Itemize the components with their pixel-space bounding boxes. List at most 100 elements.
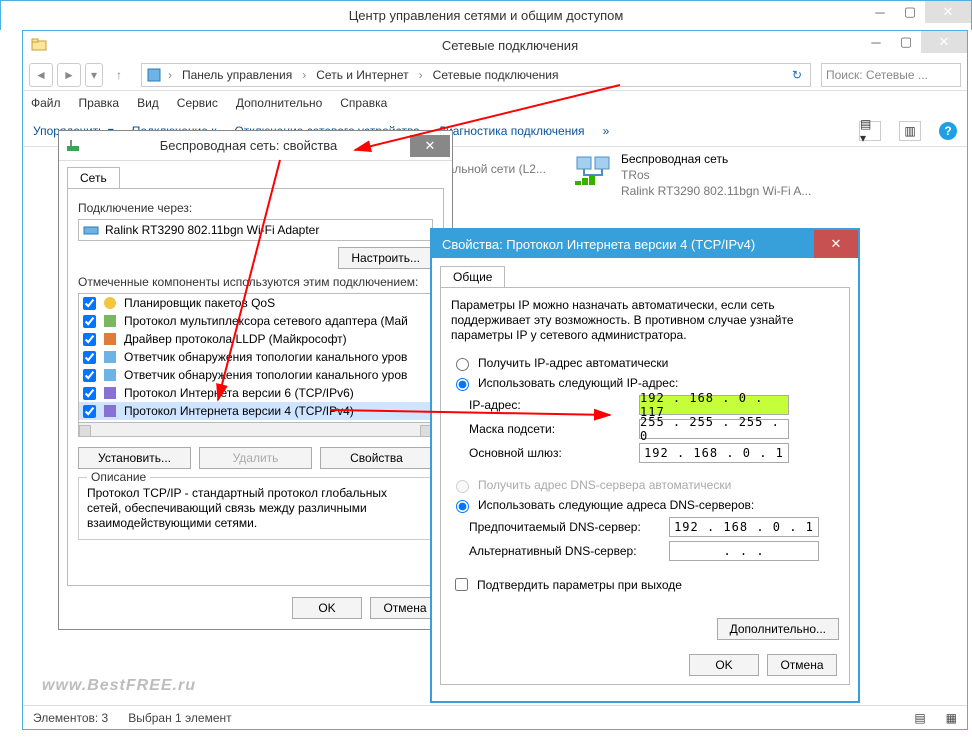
horizontal-scrollbar[interactable]	[78, 423, 433, 437]
minimize-button[interactable]: ─	[861, 31, 891, 53]
status-selected: Выбран 1 элемент	[128, 711, 231, 725]
dns2-label: Альтернативный DNS-сервер:	[469, 544, 669, 558]
close-button[interactable]: ✕	[921, 31, 967, 53]
window-controls: ─ ▢ ✕	[865, 1, 971, 23]
breadcrumb[interactable]: › Панель управления › Сеть и Интернет › …	[141, 63, 811, 87]
dialog-title: Свойства: Протокол Интернета версии 4 (T…	[442, 237, 814, 252]
menu-advanced[interactable]: Дополнительно	[236, 96, 322, 110]
description-text: Протокол TCP/IP - стандартный протокол г…	[87, 486, 424, 531]
forward-button[interactable]: ►	[57, 63, 81, 87]
view-options-button[interactable]: ▤ ▾	[859, 121, 881, 141]
minimize-button[interactable]: ─	[865, 1, 895, 23]
connect-using-label: Подключение через:	[78, 201, 433, 215]
network-adapter-icon	[573, 151, 613, 191]
search-input[interactable]: Поиск: Сетевые ...	[821, 63, 961, 87]
tab-network[interactable]: Сеть	[67, 167, 120, 188]
nic-icon	[83, 222, 99, 238]
description-group: Описание Протокол TCP/IP - стандартный п…	[78, 477, 433, 540]
navigation-bar: ◄ ► ▾ ↑ › Панель управления › Сеть и Инт…	[23, 59, 967, 91]
help-icon[interactable]: ?	[939, 122, 957, 140]
menu-bar: Файл Правка Вид Сервис Дополнительно Спр…	[23, 91, 967, 115]
menu-view[interactable]: Вид	[137, 96, 159, 110]
window-title: Сетевые подключения	[53, 38, 967, 53]
dns1-field[interactable]: 192 . 168 . 0 . 1	[669, 517, 819, 537]
more-chevron[interactable]: »	[603, 124, 610, 138]
properties-button[interactable]: Свойства	[320, 447, 433, 469]
maximize-button[interactable]: ▢	[895, 1, 925, 23]
tiles-view-icon[interactable]: ▦	[946, 711, 957, 725]
close-button[interactable]: ✕	[925, 1, 971, 23]
watermark: www.BestFREE.ru	[42, 677, 196, 695]
ip-address-field[interactable]: 192 . 168 . 0 . 117	[639, 395, 789, 415]
subnet-mask-label: Маска подсети:	[469, 422, 639, 436]
adapter-field: Ralink RT3290 802.11bgn Wi-Fi Adapter	[78, 219, 433, 241]
status-item-count: Элементов: 3	[33, 711, 108, 725]
component-item[interactable]: Драйвер протокола LLDP (Майкрософт)	[79, 330, 432, 348]
up-button[interactable]: ↑	[107, 63, 131, 87]
preview-pane-button[interactable]: ▥	[899, 121, 921, 141]
breadcrumb-item[interactable]: Сетевые подключения	[429, 68, 563, 82]
component-item[interactable]: Ответчик обнаружения топологии канальног…	[79, 348, 432, 366]
ok-button[interactable]: OK	[292, 597, 362, 619]
close-button[interactable]: ✕	[410, 135, 450, 157]
radio-use-ip[interactable]: Использовать следующий IP-адрес:	[451, 375, 839, 391]
dns2-field[interactable]: . . .	[669, 541, 819, 561]
details-view-icon[interactable]: ▤	[914, 711, 925, 725]
components-list[interactable]: Планировщик пакетов QoS Протокол мультип…	[78, 293, 433, 423]
breadcrumb-item[interactable]: Панель управления	[178, 68, 296, 82]
radio-auto-ip[interactable]: Получить IP-адрес автоматически	[451, 355, 839, 371]
menu-file[interactable]: Файл	[31, 96, 61, 110]
gateway-field[interactable]: 192 . 168 . 0 . 1	[639, 443, 789, 463]
protocol-icon	[102, 331, 118, 347]
dns1-label: Предпочитаемый DNS-сервер:	[469, 520, 669, 534]
radio-auto-dns: Получить адрес DNS-сервера автоматически	[451, 477, 839, 493]
advanced-button[interactable]: Дополнительно...	[717, 618, 839, 640]
protocol-icon	[102, 313, 118, 329]
remove-button: Удалить	[199, 447, 312, 469]
intro-text: Параметры IP можно назначать автоматичес…	[451, 298, 839, 343]
connection-name: Беспроводная сеть	[621, 151, 811, 167]
radio-use-dns[interactable]: Использовать следующие адреса DNS-сервер…	[451, 497, 839, 513]
connection-item-wireless[interactable]: Беспроводная сеть TRos Ralink RT3290 802…	[573, 151, 811, 199]
ip-address-label: IP-адрес:	[469, 398, 639, 412]
component-item-ipv4[interactable]: Протокол Интернета версии 4 (TCP/IPv4)	[79, 402, 432, 420]
protocol-icon	[102, 403, 118, 419]
refresh-icon[interactable]: ↻	[788, 68, 806, 82]
protocol-icon	[102, 349, 118, 365]
gateway-label: Основной шлюз:	[469, 446, 639, 460]
breadcrumb-item[interactable]: Сеть и Интернет	[312, 68, 412, 82]
history-dropdown[interactable]: ▾	[85, 63, 103, 87]
protocol-icon	[102, 367, 118, 383]
protocol-icon	[102, 385, 118, 401]
diagnose-button[interactable]: Диагностика подключения	[438, 124, 585, 138]
back-button[interactable]: ◄	[29, 63, 53, 87]
menu-help[interactable]: Справка	[340, 96, 387, 110]
dialog-title: Беспроводная сеть: свойства	[87, 138, 410, 153]
ok-button[interactable]: OK	[689, 654, 759, 676]
network-center-title: Центр управления сетями и общим доступом	[1, 8, 971, 23]
network-center-window: Центр управления сетями и общим доступом…	[0, 0, 972, 30]
confirm-on-exit-checkbox[interactable]: Подтвердить параметры при выходе	[451, 575, 839, 594]
status-bar: Элементов: 3 Выбран 1 элемент ▤ ▦	[23, 705, 967, 729]
close-button[interactable]: ✕	[814, 230, 858, 258]
components-label: Отмеченные компоненты используются этим …	[78, 275, 433, 289]
protocol-icon	[102, 295, 118, 311]
subnet-mask-field[interactable]: 255 . 255 . 255 . 0	[639, 419, 789, 439]
connection-ssid: TRos	[621, 167, 811, 183]
component-item[interactable]: Планировщик пакетов QoS	[79, 294, 432, 312]
component-item[interactable]: Протокол мультиплексора сетевого адаптер…	[79, 312, 432, 330]
component-item[interactable]: Ответчик обнаружения топологии канальног…	[79, 366, 432, 384]
folder-network-icon	[31, 37, 47, 53]
window-controls: ─ ▢ ✕	[861, 31, 967, 53]
menu-service[interactable]: Сервис	[177, 96, 218, 110]
cancel-button[interactable]: Отмена	[767, 654, 837, 676]
component-item[interactable]: Протокол Интернета версии 6 (TCP/IPv6)	[79, 384, 432, 402]
control-panel-icon	[146, 67, 162, 83]
tab-general[interactable]: Общие	[440, 266, 505, 287]
install-button[interactable]: Установить...	[78, 447, 191, 469]
ipv4-properties-dialog: Свойства: Протокол Интернета версии 4 (T…	[430, 228, 860, 703]
maximize-button[interactable]: ▢	[891, 31, 921, 53]
configure-button[interactable]: Настроить...	[338, 247, 433, 269]
menu-edit[interactable]: Правка	[79, 96, 120, 110]
connection-adapter: Ralink RT3290 802.11bgn Wi-Fi A...	[621, 183, 811, 199]
